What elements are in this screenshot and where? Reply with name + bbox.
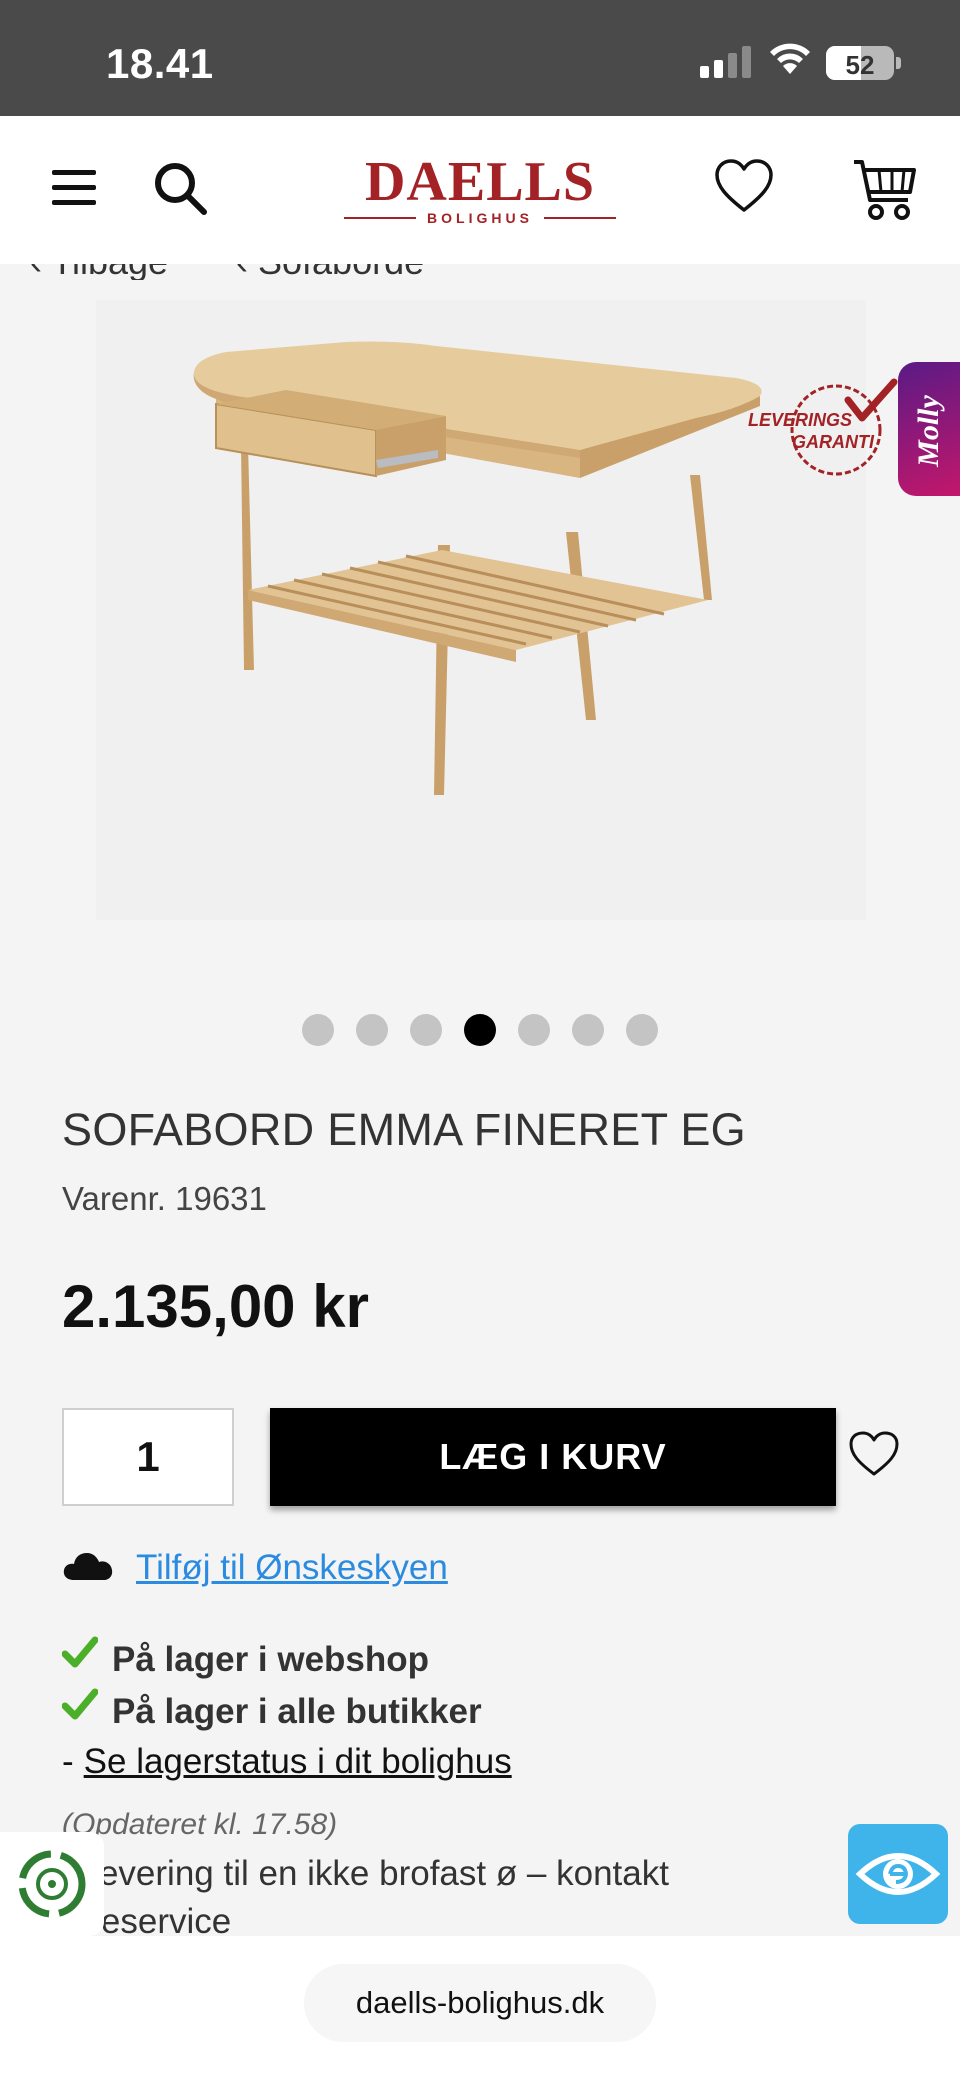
- quantity-input[interactable]: 1: [62, 1408, 234, 1506]
- eye-icon: [855, 1853, 941, 1895]
- cloud-icon: [63, 1553, 113, 1580]
- product-sku: Varenr. 19631: [62, 1180, 267, 1217]
- carousel-dot[interactable]: [572, 1014, 604, 1046]
- product-price: 2.135,00 kr: [62, 1273, 369, 1340]
- wishlist-heart-icon[interactable]: [714, 158, 774, 214]
- carousel-dots: [302, 1014, 662, 1046]
- carousel-dot[interactable]: [464, 1014, 496, 1046]
- check-icon: [62, 1636, 98, 1668]
- carousel-dot[interactable]: [410, 1014, 442, 1046]
- recycle-widget[interactable]: [0, 1832, 104, 1936]
- carousel-dot[interactable]: [302, 1014, 334, 1046]
- search-icon[interactable]: [152, 160, 208, 216]
- carousel-dot[interactable]: [518, 1014, 550, 1046]
- battery-level: 52: [845, 50, 875, 80]
- carousel-dot[interactable]: [356, 1014, 388, 1046]
- site-header: DAELLS BOLIGHUS: [0, 116, 960, 264]
- delivery-note: d levering til en ikke brofast ø – konta…: [62, 1854, 669, 1941]
- carousel-dot[interactable]: [626, 1014, 658, 1046]
- url-field[interactable]: daells-bolighus.dk: [304, 1964, 656, 2042]
- add-to-wishcloud-link[interactable]: Tilføj til Ønskeskyen: [136, 1548, 448, 1588]
- battery-icon: 52: [826, 46, 894, 80]
- logo-name: DAELLS: [364, 151, 596, 213]
- badge-line2: GARANTI: [792, 432, 875, 452]
- store-stock-row: - Se lagerstatus i dit bolighus: [62, 1742, 512, 1781]
- status-time: 18.41: [106, 40, 214, 87]
- recycle-icon: [18, 1850, 86, 1918]
- add-to-cart-button[interactable]: LÆG I KURV: [270, 1408, 836, 1506]
- menu-icon[interactable]: [50, 168, 98, 208]
- wifi-icon: [770, 43, 810, 74]
- store-stock-link[interactable]: Se lagerstatus i dit bolighus: [84, 1742, 512, 1781]
- cellular-signal-icon: [700, 46, 752, 78]
- product-title: SOFABORD EMMA FINERET EG: [62, 1104, 746, 1155]
- browser-url-bar: daells-bolighus.dk: [0, 1936, 960, 2078]
- cart-icon[interactable]: [852, 158, 918, 222]
- status-bar: 18.41 52: [0, 0, 960, 116]
- chat-widget-tab[interactable]: Molly: [898, 362, 960, 496]
- check-icon: [62, 1688, 98, 1720]
- daells-logo[interactable]: DAELLS BOLIGHUS: [340, 154, 620, 226]
- badge-line1: LEVERINGS: [748, 410, 852, 430]
- accessibility-widget[interactable]: [848, 1824, 948, 1924]
- delivery-guarantee-badge: LEVERINGS GARANTI: [748, 378, 898, 476]
- favorite-heart-icon[interactable]: [848, 1430, 900, 1478]
- chat-widget-label: Molly: [912, 395, 945, 467]
